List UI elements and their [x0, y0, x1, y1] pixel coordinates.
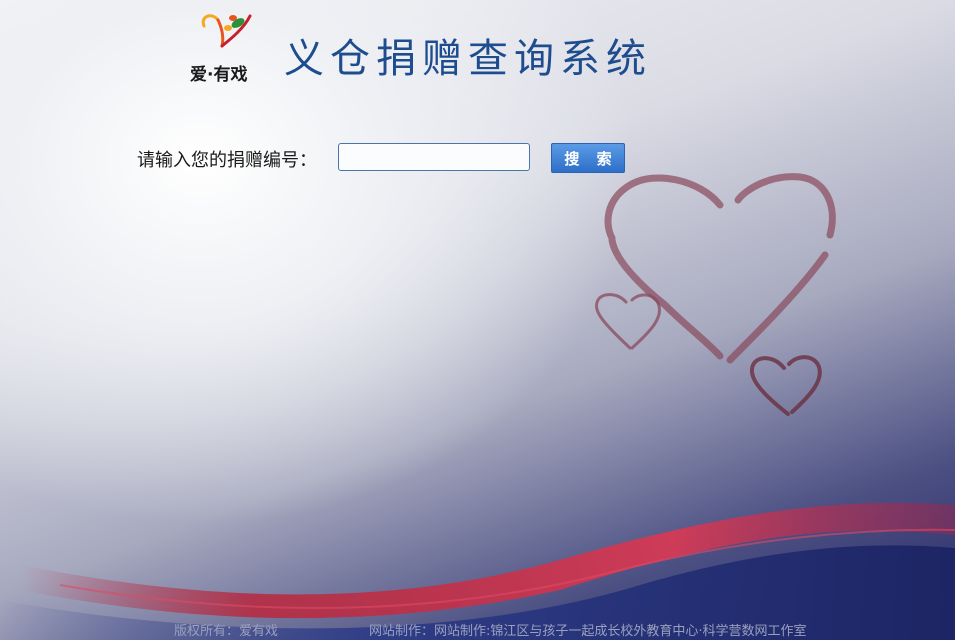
- donation-id-input[interactable]: [338, 143, 530, 171]
- donation-id-label: 请输入您的捐赠编号：: [137, 150, 317, 171]
- search-button[interactable]: 搜 索: [551, 143, 625, 173]
- footer-copyright: 版权所有：爱有戏: [174, 624, 279, 639]
- hearts-decoration: [595, 173, 836, 416]
- logo-heart-icon: [201, 14, 252, 48]
- small-heart-right-icon: [749, 355, 822, 416]
- page-title: 义仓捐赠查询系统: [284, 36, 652, 82]
- small-heart-left-icon: [595, 293, 662, 350]
- logo-text: 爱·有戏: [190, 65, 248, 85]
- brand-logo: 爱·有戏: [186, 8, 262, 85]
- page: 爱·有戏 义仓捐赠查询系统 请输入您的捐赠编号： 搜 索 版权所有：爱有戏 网站…: [0, 0, 955, 640]
- footer-credit: 网站制作：网站制作:锦江区与孩子一起成长校外教育中心·科学营数网工作室: [369, 624, 807, 639]
- large-heart-icon: [604, 173, 836, 364]
